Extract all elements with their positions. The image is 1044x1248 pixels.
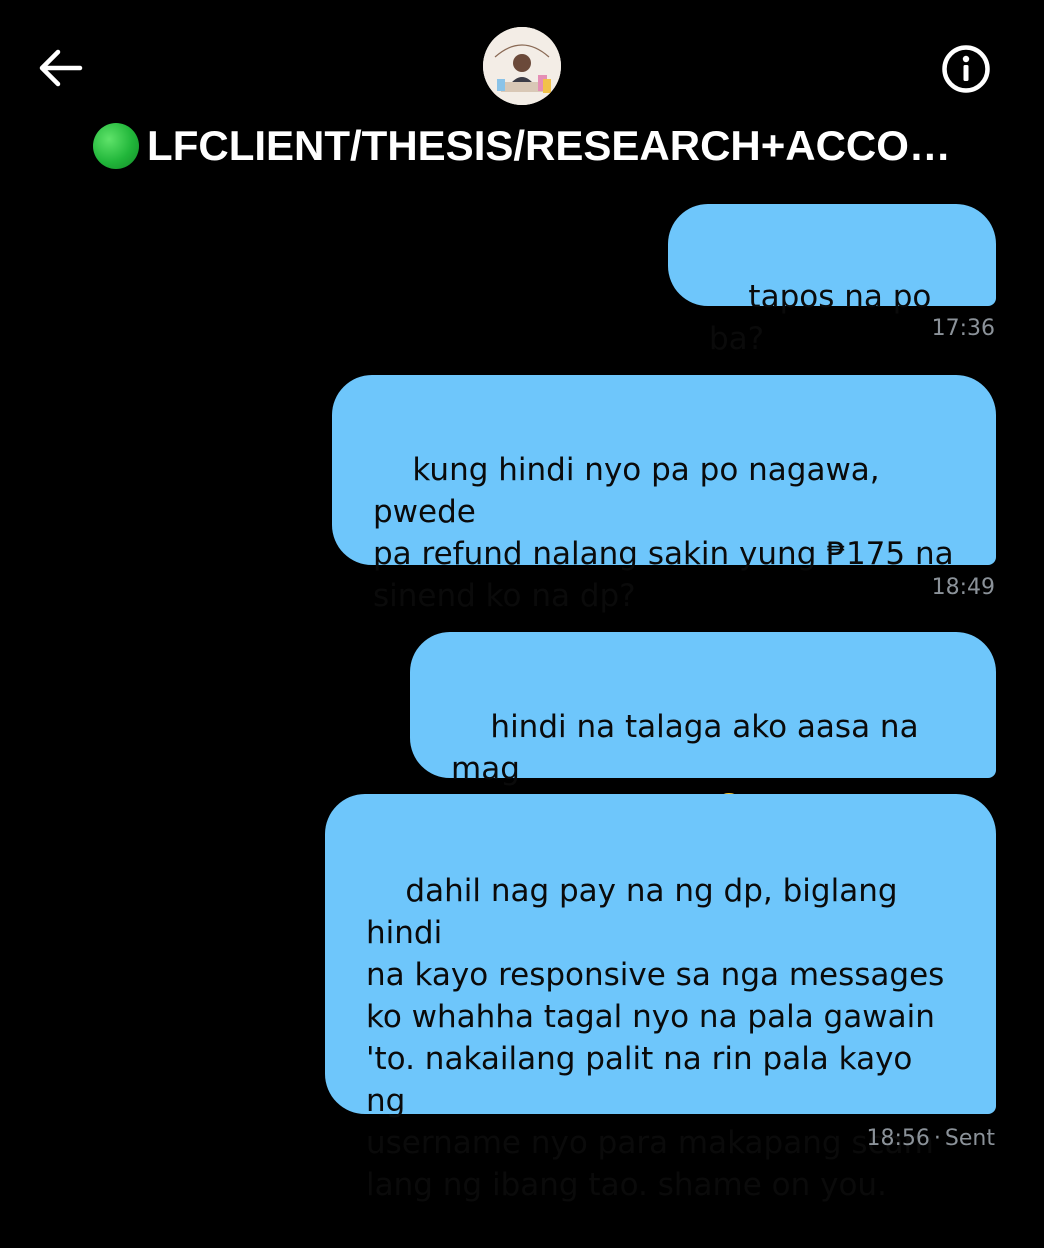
timestamp-text: 17:36 (931, 316, 995, 341)
message-bubble[interactable]: dahil nag pay na ng dp, biglang hindi na… (325, 794, 996, 1203)
message-timestamp: 18:49 (932, 575, 995, 600)
message-bubble[interactable]: kung hindi nyo pa po nagawa, pwede pa re… (332, 375, 996, 614)
message-bubble[interactable]: hindi na talaga ako aasa na mag rereply … (410, 632, 996, 829)
message-bubble[interactable]: tapos na po ba? (668, 204, 996, 357)
message-text: dahil nag pay na ng dp, biglang hindi na… (366, 873, 945, 1203)
message-thread: tapos na po ba? 17:36 kung hindi nyo pa … (0, 0, 1044, 1203)
separator-dot: · (933, 1126, 941, 1151)
message-status: Sent (944, 1126, 995, 1151)
message-text: tapos na po ba? (709, 279, 942, 357)
message-text: kung hindi nyo pa po nagawa, pwede pa re… (373, 452, 954, 614)
message-timestamp: 17:36 (932, 316, 995, 341)
timestamp-text: 18:49 (931, 575, 995, 600)
timestamp-text: 18:56 (866, 1126, 930, 1151)
message-timestamp: 18:56 · Sent (867, 1126, 995, 1151)
